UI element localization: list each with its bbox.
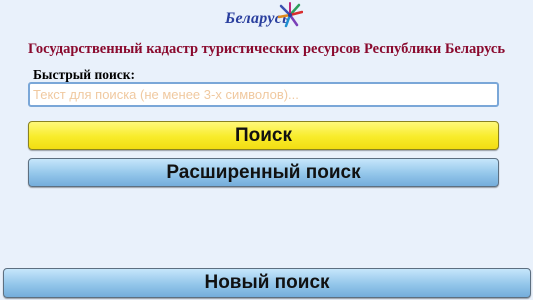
flower-icon [277,2,303,28]
belarus-logo: Беларусь [223,2,303,32]
advanced-search-button[interactable]: Расширенный поиск [28,158,499,187]
search-button[interactable]: Поиск [28,121,499,150]
search-input[interactable] [28,82,499,107]
page-title: Государственный кадастр туристических ре… [27,41,506,57]
new-search-button[interactable]: Новый поиск [3,268,531,298]
quick-search-label: Быстрый поиск: [33,67,136,82]
